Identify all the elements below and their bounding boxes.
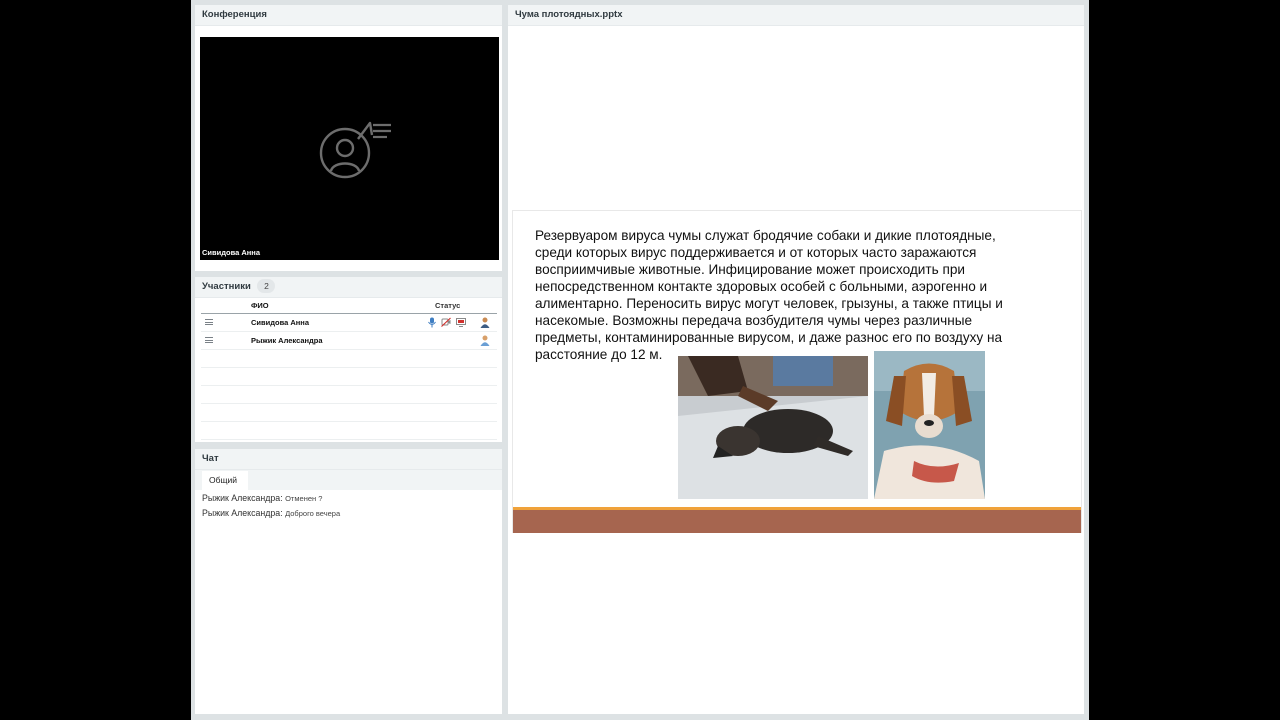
participant-avatar-icon <box>480 335 490 346</box>
chat-messages: Рыжик Александра: Отменен ? Рыжик Алекса… <box>195 490 502 521</box>
message-author: Рыжик Александра: <box>202 508 283 518</box>
sick-puppy-photo <box>678 356 868 499</box>
participant-name: Сивидова Анна <box>251 318 310 327</box>
participants-table-header: ФИО Статус <box>201 299 497 314</box>
video-caption: Сивидова Анна <box>202 248 261 257</box>
video-view[interactable]: Сивидова Анна <box>200 37 499 260</box>
participant-row[interactable]: Сивидова Анна <box>201 314 497 332</box>
participants-header: Участники 2 <box>195 277 502 298</box>
drag-handle-icon[interactable] <box>205 337 213 343</box>
presentation-title: Чума плотоядных.pptx <box>508 5 1084 26</box>
participant-name: Рыжик Александра <box>251 336 323 345</box>
slide-text: Резервуаром вируса чумы служат бродячие … <box>535 228 1003 362</box>
chat-tab-general[interactable]: Общий <box>202 471 248 490</box>
conference-title: Конференция <box>195 5 502 26</box>
participants-panel: Участники 2 ФИО Статус Сивидова Анна Рыж… <box>195 277 502 442</box>
camera-off-icon[interactable] <box>441 317 451 328</box>
presenter-avatar-icon <box>480 317 490 328</box>
presentation-slide[interactable]: Резервуаром вируса чумы служат бродячие … <box>512 210 1082 533</box>
app-window: Конференция Сивидова Анна Участники 2 ФИ… <box>191 0 1089 720</box>
chat-tabs: Общий <box>195 470 502 490</box>
message-text: Доброго вечера <box>285 509 341 518</box>
chat-message: Рыжик Александра: Доброго вечера <box>195 506 502 521</box>
microphone-icon[interactable] <box>427 317 437 328</box>
conference-panel: Конференция Сивидова Анна <box>195 5 502 271</box>
message-author: Рыжик Александра: <box>202 493 283 503</box>
column-header-status: Статус <box>435 301 461 310</box>
participants-table: ФИО Статус Сивидова Анна Рыжик Александр… <box>201 299 497 440</box>
screen-share-icon[interactable] <box>456 317 466 328</box>
drag-handle-icon[interactable] <box>205 319 213 325</box>
chat-panel: Чат Общий Рыжик Александра: Отменен ? Ры… <box>195 449 502 714</box>
participants-title: Участники <box>202 281 251 292</box>
column-header-name: ФИО <box>251 301 269 310</box>
sick-dog-photo <box>874 351 985 499</box>
empty-row <box>201 404 497 422</box>
presentation-panel: Чума плотоядных.pptx Резервуаром вируса … <box>508 5 1084 714</box>
empty-row <box>201 422 497 440</box>
chat-message: Рыжик Александра: Отменен ? <box>195 491 502 506</box>
participant-row[interactable]: Рыжик Александра <box>201 332 497 350</box>
user-chat-icon <box>319 121 391 179</box>
slide-footer-bar <box>513 507 1081 533</box>
empty-row <box>201 368 497 386</box>
empty-row <box>201 350 497 368</box>
chat-title: Чат <box>195 449 502 470</box>
empty-row <box>201 386 497 404</box>
participants-count-badge: 2 <box>257 279 276 293</box>
message-text: Отменен ? <box>285 494 323 503</box>
